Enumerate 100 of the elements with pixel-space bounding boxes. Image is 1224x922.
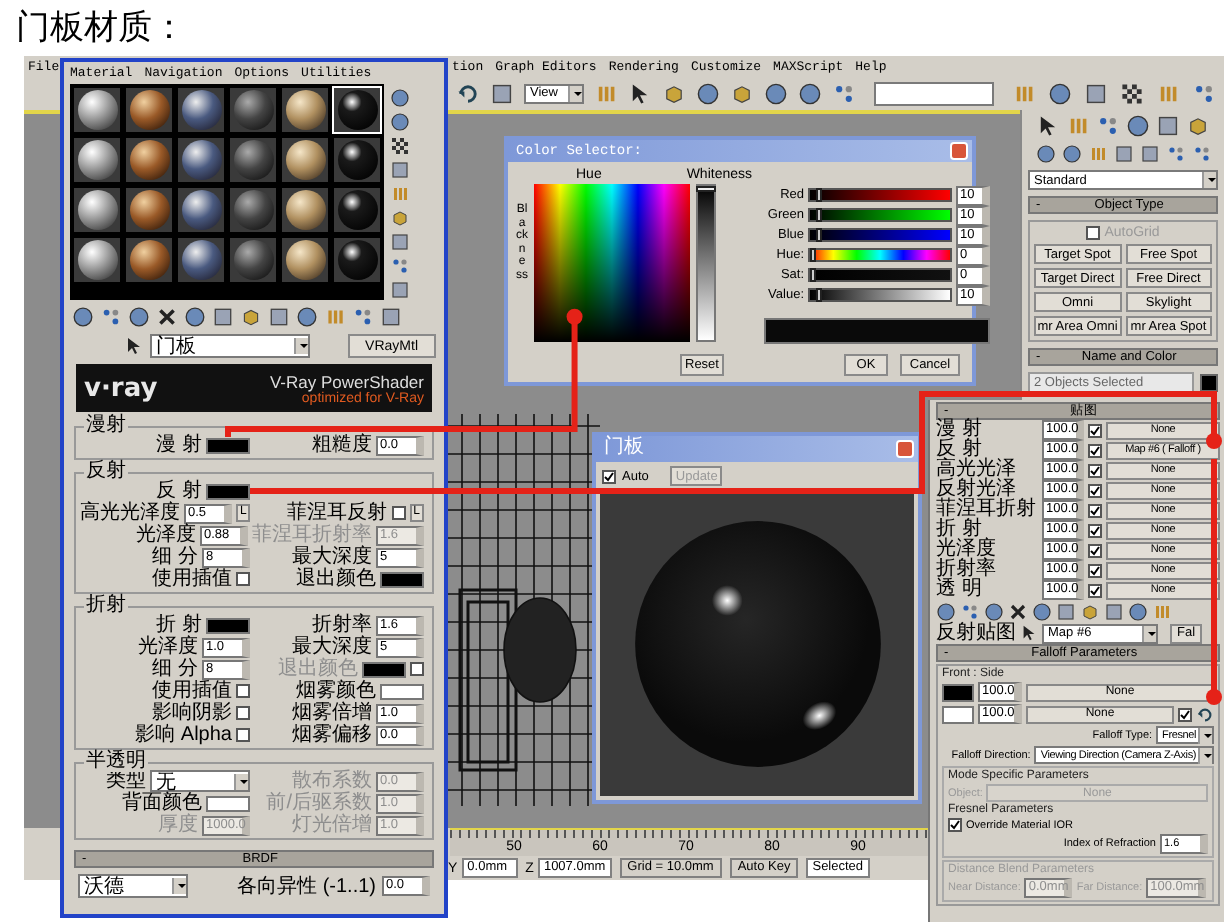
material-slot[interactable]	[332, 186, 382, 234]
sphere-icon[interactable]	[798, 81, 822, 105]
square-icon[interactable]	[1056, 601, 1076, 621]
checkbox[interactable]	[1088, 423, 1102, 437]
material-slot[interactable]	[228, 136, 278, 184]
cursor-icon[interactable]	[1020, 624, 1038, 642]
material-slot[interactable]	[72, 236, 122, 284]
sphere-icon[interactable]	[1126, 114, 1150, 138]
cross-icon[interactable]	[1008, 601, 1028, 621]
material-slot[interactable]	[72, 86, 122, 134]
hue-gradient-picker[interactable]	[534, 184, 690, 342]
square-icon[interactable]	[390, 160, 410, 180]
color-swatch[interactable]	[206, 617, 250, 633]
checkbox[interactable]	[948, 818, 962, 832]
dots-icon[interactable]	[390, 256, 410, 276]
slider-thumb[interactable]	[815, 208, 822, 222]
checker-icon[interactable]	[1120, 81, 1144, 105]
square-icon[interactable]	[1104, 601, 1124, 621]
checkbox[interactable]	[602, 469, 616, 483]
square-icon[interactable]	[1084, 81, 1108, 105]
checker-icon[interactable]	[390, 136, 410, 156]
checkbox[interactable]	[410, 662, 424, 676]
arrow-icon[interactable]	[1196, 705, 1214, 723]
checkbox[interactable]	[1088, 443, 1102, 457]
sphere-icon[interactable]	[764, 81, 788, 105]
color-swatch[interactable]	[206, 437, 250, 453]
color-slider[interactable]	[808, 188, 952, 202]
checkbox[interactable]	[1088, 563, 1102, 577]
color-swatch[interactable]	[362, 661, 406, 677]
slider-thumb[interactable]	[815, 228, 822, 242]
toolbar-field[interactable]	[874, 81, 994, 105]
brdf-type-dropdown[interactable]: 沃德	[78, 874, 188, 898]
material-slot[interactable]	[280, 86, 330, 134]
material-slot[interactable]	[280, 136, 330, 184]
square-icon[interactable]	[1156, 114, 1180, 138]
material-slot[interactable]	[280, 236, 330, 284]
color-slider[interactable]	[808, 268, 952, 282]
sphere-icon[interactable]	[1128, 601, 1148, 621]
color-swatch[interactable]	[380, 571, 424, 587]
square-icon[interactable]	[1139, 144, 1159, 164]
checkbox[interactable]	[1088, 483, 1102, 497]
dots-icon[interactable]	[1096, 114, 1120, 138]
type-dropdown[interactable]: 无	[150, 770, 250, 792]
color-slider[interactable]	[808, 248, 952, 262]
color-swatch[interactable]	[942, 683, 974, 701]
cursor-icon[interactable]	[1036, 114, 1060, 138]
checkbox[interactable]	[1088, 543, 1102, 557]
material-slot[interactable]	[72, 186, 122, 234]
slider-thumb[interactable]	[810, 248, 816, 262]
color-slider[interactable]	[808, 288, 952, 302]
cross-icon[interactable]	[156, 306, 178, 328]
dots-icon[interactable]	[960, 601, 980, 621]
sphere-icon[interactable]	[128, 306, 150, 328]
sphere-icon[interactable]	[1048, 81, 1072, 105]
square-icon[interactable]	[390, 280, 410, 300]
sphere-icon[interactable]	[696, 81, 720, 105]
dots-icon[interactable]	[352, 306, 374, 328]
material-slot[interactable]	[176, 136, 226, 184]
color-slider[interactable]	[808, 208, 952, 222]
material-slot[interactable]	[176, 186, 226, 234]
material-slot[interactable]	[280, 186, 330, 234]
arrow-icon[interactable]	[456, 81, 480, 105]
checkbox[interactable]	[236, 684, 250, 698]
material-slot[interactable]	[176, 86, 226, 134]
sphere-icon[interactable]	[72, 306, 94, 328]
material-slot[interactable]	[72, 136, 122, 184]
slider-thumb[interactable]	[815, 188, 822, 202]
material-slot[interactable]	[332, 236, 382, 284]
sphere-icon[interactable]	[1032, 601, 1052, 621]
sphere-icon[interactable]	[184, 306, 206, 328]
dots-icon[interactable]	[100, 306, 122, 328]
material-name-dropdown[interactable]: 门板	[150, 334, 310, 358]
checkbox[interactable]	[236, 572, 250, 586]
slider-thumb[interactable]	[815, 288, 822, 302]
close-button[interactable]	[896, 440, 914, 458]
material-slot[interactable]	[124, 186, 174, 234]
checkbox[interactable]	[1088, 503, 1102, 517]
material-slot[interactable]	[124, 86, 174, 134]
slider-thumb[interactable]	[810, 268, 816, 282]
material-slot[interactable]	[124, 136, 174, 184]
checkbox[interactable]	[1086, 226, 1101, 240]
square-icon[interactable]	[268, 306, 290, 328]
dots-icon[interactable]	[1191, 144, 1211, 164]
slider-thumb[interactable]	[696, 186, 716, 192]
color-slider[interactable]	[808, 228, 952, 242]
checkbox[interactable]	[1088, 463, 1102, 477]
checkbox[interactable]	[236, 706, 250, 720]
checkbox[interactable]	[1088, 523, 1102, 537]
color-swatch[interactable]	[206, 795, 250, 811]
square-icon[interactable]	[1113, 144, 1133, 164]
material-slot[interactable]	[228, 86, 278, 134]
color-swatch[interactable]	[206, 483, 250, 499]
checkbox[interactable]	[1178, 707, 1192, 721]
material-slot[interactable]	[124, 236, 174, 284]
material-slot[interactable]	[228, 186, 278, 234]
checkbox[interactable]	[1088, 583, 1102, 597]
close-button[interactable]	[950, 142, 968, 160]
dots-icon[interactable]	[1192, 81, 1216, 105]
material-slot[interactable]	[176, 236, 226, 284]
square-icon[interactable]	[212, 306, 234, 328]
